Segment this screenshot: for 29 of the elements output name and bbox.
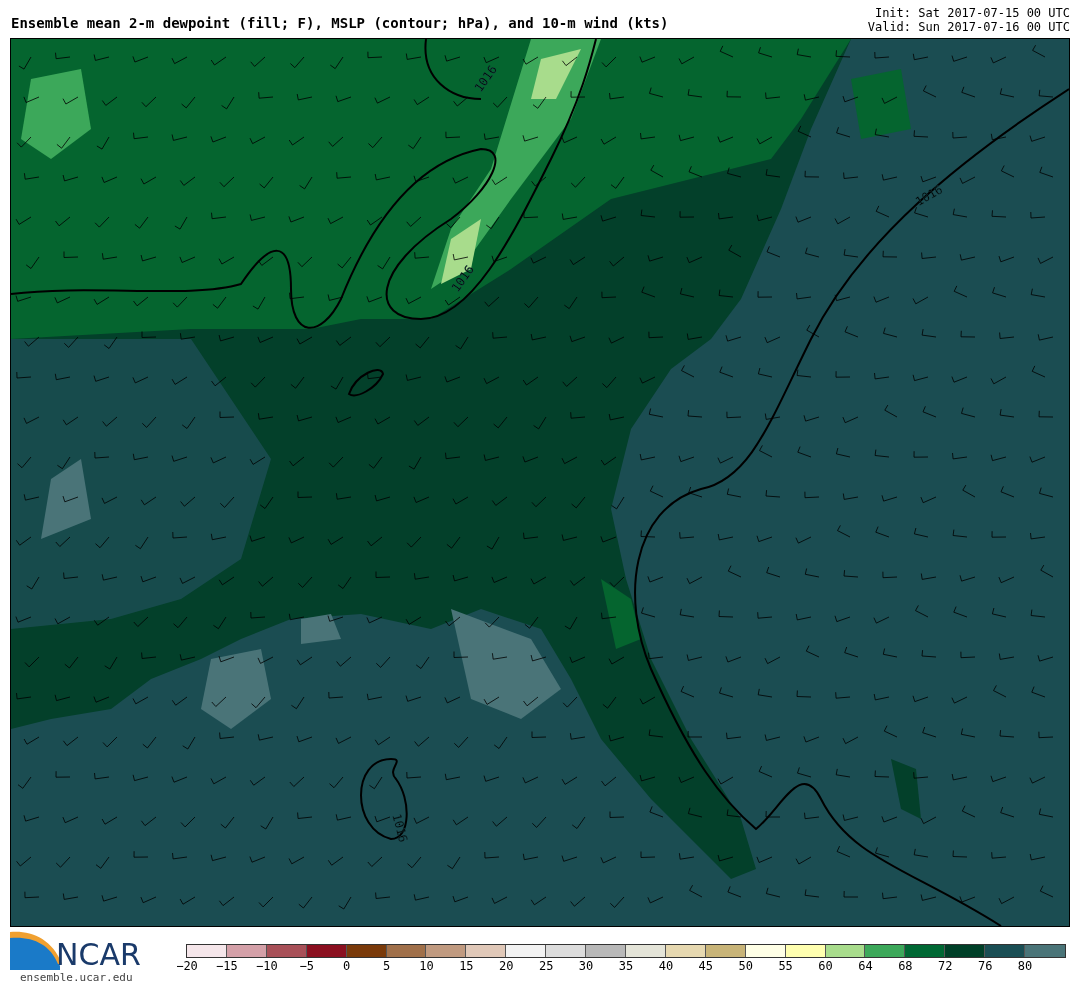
- valid-time: Valid: Sun 2017-07-16 00 UTC: [867, 20, 1070, 34]
- init-time: Init: Sat 2017-07-15 00 UTC: [874, 6, 1070, 20]
- colorbar-tick-label: 45: [698, 959, 714, 973]
- colorbar-tick-label: 40: [658, 959, 674, 973]
- colorbar-tick-label: −10: [255, 959, 278, 973]
- colorbar-tick-label: 0: [343, 959, 351, 973]
- colorbar-tick-label: −20: [176, 959, 198, 973]
- colorbar-tick-label: 68: [898, 959, 913, 973]
- chart-title: Ensemble mean 2-m dewpoint (fill; F), MSLP (contour; hPa), and 10-m wind (kts): [11, 14, 669, 33]
- colorbar-tick-label: −15: [216, 959, 238, 973]
- colorbar-tick-label: 10: [419, 959, 434, 973]
- colorbar-tick-label: 20: [499, 959, 514, 973]
- colorbar-tick-label: 30: [578, 959, 594, 973]
- colorbar-tick-label: 72: [938, 959, 953, 973]
- colorbar-tick-label: 15: [459, 959, 474, 973]
- colorbar-tick-label: 76: [977, 959, 993, 973]
- colorbar-tick-label: 25: [538, 959, 554, 973]
- colorbar-tick-label: 64: [858, 959, 873, 973]
- contour-label: 1016: [913, 182, 945, 209]
- contour-label: 1016: [389, 812, 411, 844]
- ncar-logo-text: NCAR: [56, 940, 141, 970]
- site-url: ensemble.ucar.edu: [19, 970, 134, 986]
- colorbar-tick-label: 50: [738, 959, 753, 973]
- colorbar-tick-label: −5: [299, 959, 314, 973]
- colorbar-tick-label: 55: [778, 959, 793, 973]
- colorbar-tick-label: 60: [818, 959, 833, 973]
- colorbar-tick-label: 80: [1017, 959, 1033, 973]
- colorbar-tick-label: 5: [382, 959, 391, 973]
- colorbar-tick-label: 35: [618, 959, 634, 973]
